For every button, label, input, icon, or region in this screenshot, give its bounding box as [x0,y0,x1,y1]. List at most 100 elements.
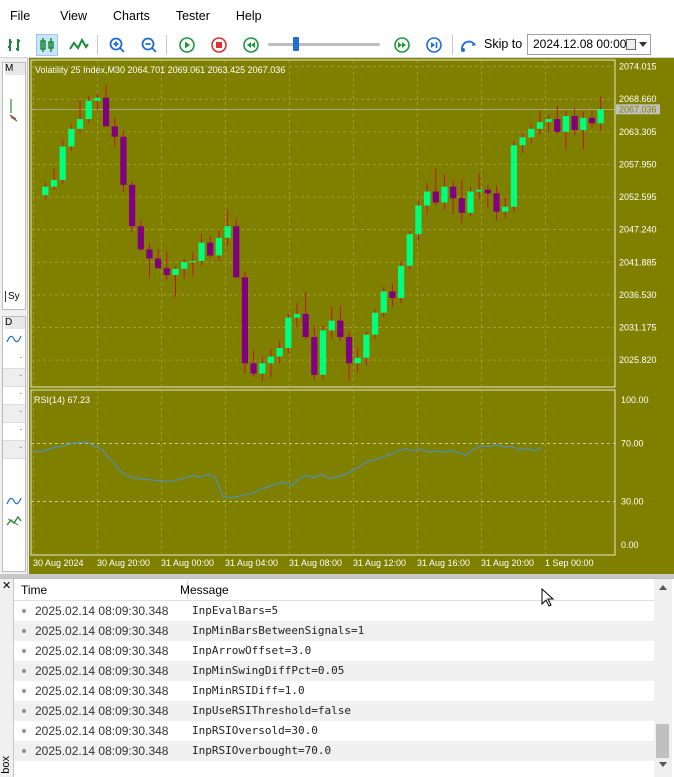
journal-row[interactable]: 2025.02.14 08:09:30.348 InpRSIOverbought=… [14,741,654,761]
price-tick-label: 2068.660 [619,94,657,104]
time-tick-label: 31 Aug 08:00 [289,558,342,568]
candle-body [102,97,110,127]
menu-help[interactable]: Help [228,0,270,32]
row-message: InpMinBarsBetweenSignals=1 [192,624,365,637]
row-bullet-icon [22,649,26,653]
speed-slider-thumb[interactable] [293,37,299,51]
candle-body [215,237,223,256]
candle-body [293,313,301,318]
zoom-out-icon[interactable] [138,34,160,56]
candle-body [371,312,379,335]
candle-body [545,119,552,123]
candle-body [580,117,587,131]
row-bullet-icon [22,609,26,613]
row-time: 2025.02.14 08:09:30.348 [35,644,169,658]
candle-body [345,337,353,364]
time-tick-label: 30 Aug 2024 [33,558,84,568]
data-row: . [3,441,25,459]
candle-body [528,128,535,138]
time-tick-label: 31 Aug 04:00 [225,558,278,568]
indicator-icon[interactable] [6,495,22,507]
skip-to-date-field[interactable]: 2024.12.08 00:00 [527,34,651,55]
chart-canvas[interactable]: 2074.015 2068.660 2063.305 2057.950 2052.595… [29,58,674,575]
stop-icon[interactable] [208,34,230,56]
journal-row[interactable]: 2025.02.14 08:09:30.348 InpMinRSIDiff=1.0 [14,681,654,701]
price-tick-label: 2057.950 [619,159,657,169]
candle-body [155,258,162,269]
candle-body [241,277,249,364]
menu-charts[interactable]: Charts [105,0,158,32]
skip-end-icon[interactable] [423,34,445,56]
row-time: 2025.02.14 08:09:30.348 [35,624,169,638]
price-chart[interactable]: 2074.015 2068.660 2063.305 2057.950 2052.595… [29,58,674,575]
chevron-down-icon[interactable] [639,42,647,47]
candle-body [458,198,465,213]
candle-body [146,249,153,259]
row-message: InpMinSwingDiffPct=0.05 [192,664,345,677]
time-tick-label: 31 Aug 12:00 [353,558,406,568]
candle-body [276,348,283,357]
candle-body [59,146,66,180]
candle-body [311,337,318,375]
menu-tester[interactable]: Tester [168,0,218,32]
scroll-up-icon[interactable] [659,585,667,590]
market-watch-header: M [5,63,25,75]
play-icon[interactable] [176,34,198,56]
data-window-rows: . . . . . . [3,351,25,461]
journal-row[interactable]: 2025.02.14 08:09:30.348 InpEvalBars=5 [14,601,654,621]
menu-view[interactable]: View [52,0,95,32]
data-row: . [3,387,25,405]
row-message: InpUseRSIThreshold=false [192,704,351,717]
zoom-in-icon[interactable] [106,34,128,56]
line-chart-icon[interactable] [68,34,90,56]
toolbox-side: ✕ box [0,579,14,777]
rsi-tick-label: 70.00 [621,439,644,449]
candle-body [50,179,58,187]
scroll-thumb[interactable] [656,724,669,758]
price-tick-label: 2036.530 [619,290,657,300]
symbols-tab[interactable]: Sy [5,291,20,302]
rewind-icon[interactable] [240,34,262,56]
chart-title: Volatility 25 Index,M30 2064.701 2069.06… [35,65,285,75]
expert-icon[interactable] [6,515,22,527]
skip-to-icon[interactable] [459,34,481,56]
rsi-panel-frame [30,389,616,556]
price-tick-label: 2052.595 [619,192,657,202]
row-message: InpRSIOversold=30.0 [192,724,318,737]
journal-scrollbar[interactable] [654,579,672,777]
journal-row[interactable]: 2025.02.14 08:09:30.348 InpMinSwingDiffPc… [14,661,654,681]
row-bullet-icon [22,689,26,693]
candle-body [111,126,118,137]
journal-row[interactable]: 2025.02.14 08:09:30.348 InpRSIOversold=30… [14,721,654,741]
column-message[interactable]: Message [180,579,229,601]
fast-forward-icon[interactable] [391,34,413,56]
data-row: . [3,405,25,423]
speed-slider-track[interactable] [268,43,380,46]
candle-body [337,320,344,338]
data-row: . [3,351,25,369]
calendar-icon[interactable] [626,39,636,50]
candle-body [267,356,275,364]
candle-body [94,97,101,101]
candle-body [450,186,457,199]
bar-chart-icon[interactable] [4,34,26,56]
candle-body [163,268,170,275]
row-message: InpRSIOverbought=70.0 [192,744,332,757]
journal-row[interactable]: 2025.02.14 08:09:30.348 InpUseRSIThreshol… [14,701,654,721]
scroll-down-icon[interactable] [659,762,667,767]
journal-row[interactable]: 2025.02.14 08:09:30.348 InpArrowOffset=3.… [14,641,654,661]
column-time[interactable]: Time [21,579,47,601]
time-tick-label: 1 Sep 00:00 [545,558,594,568]
row-time: 2025.02.14 08:09:30.348 [35,744,169,758]
candlestick-icon[interactable] [36,34,58,56]
close-icon[interactable]: ✕ [2,579,11,592]
candle-body [415,205,422,235]
candle-body [588,117,596,124]
indicator-icon[interactable] [6,333,22,345]
journal-row[interactable]: 2025.02.14 08:09:30.348 InpMinBarsBetween… [14,621,654,641]
candle-body [76,119,84,129]
menu-file[interactable]: File [2,0,38,32]
row-bullet-icon [22,729,26,733]
candle-body [198,242,205,261]
candle-body [189,260,196,263]
